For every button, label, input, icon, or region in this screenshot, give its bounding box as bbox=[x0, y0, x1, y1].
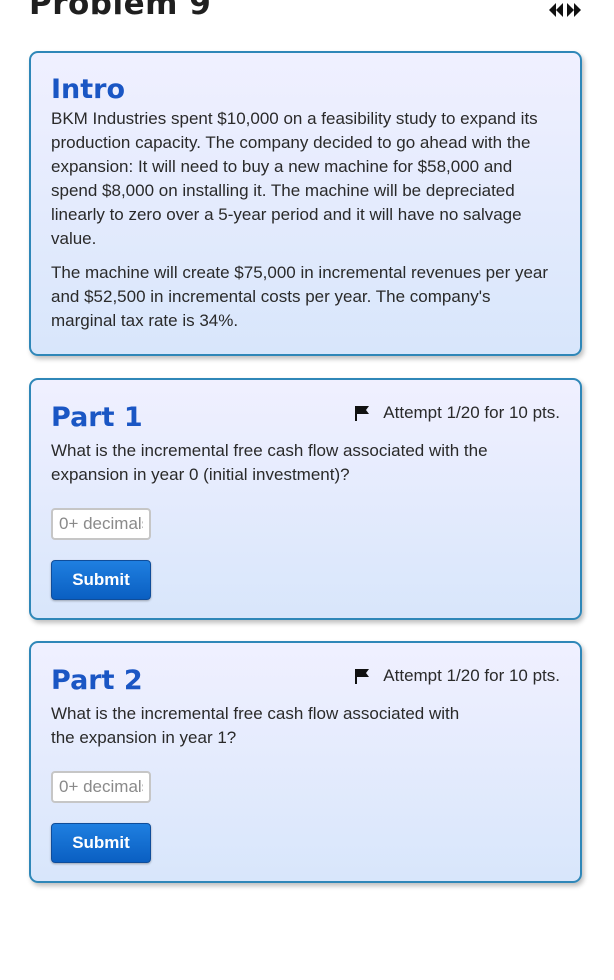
part-1-title: Part 1 bbox=[51, 402, 143, 433]
part-2-question: What is the incremental free cash flow a… bbox=[51, 704, 460, 747]
part-1-header: Part 1 Attempt 1/20 for 10 pts. bbox=[51, 400, 560, 433]
problem-page: Problem 9 Intro BKM Industries spent $10… bbox=[0, 0, 614, 980]
intro-card: Intro BKM Industries spent $10,000 on a … bbox=[29, 51, 582, 356]
part-2-attempt-text: Attempt 1/20 for 10 pts. bbox=[383, 666, 560, 685]
part-1-question: What is the incremental free cash flow a… bbox=[51, 441, 488, 484]
intro-title: Intro bbox=[51, 74, 126, 105]
part-1-answer-input[interactable] bbox=[51, 508, 151, 540]
intro-paragraph-1: BKM Industries spent $10,000 on a feasib… bbox=[51, 109, 538, 248]
part-1-attempt-text: Attempt 1/20 for 10 pts. bbox=[383, 403, 560, 422]
part-2-submit-button[interactable]: Submit bbox=[51, 823, 151, 863]
problem-title: Problem 9 bbox=[29, 0, 212, 22]
part-1-card: Part 1 Attempt 1/20 for 10 pts. What is … bbox=[29, 378, 582, 620]
part-2-answer-input[interactable] bbox=[51, 771, 151, 803]
part-2-header: Part 2 Attempt 1/20 for 10 pts. bbox=[51, 663, 560, 696]
flag-icon[interactable] bbox=[354, 668, 371, 685]
part-1-attempt-info: Attempt 1/20 for 10 pts. bbox=[354, 403, 560, 423]
double-arrows-icon[interactable] bbox=[548, 2, 582, 18]
part-2-title: Part 2 bbox=[51, 665, 143, 696]
part-1-submit-button[interactable]: Submit bbox=[51, 560, 151, 600]
prev-next-arrows-icon bbox=[549, 3, 581, 17]
flag-icon[interactable] bbox=[354, 405, 371, 422]
part-2-card: Part 2 Attempt 1/20 for 10 pts. What is … bbox=[29, 641, 582, 883]
part-2-attempt-info: Attempt 1/20 for 10 pts. bbox=[354, 666, 560, 686]
intro-paragraph-2: The machine will create $75,000 in incre… bbox=[51, 263, 549, 330]
